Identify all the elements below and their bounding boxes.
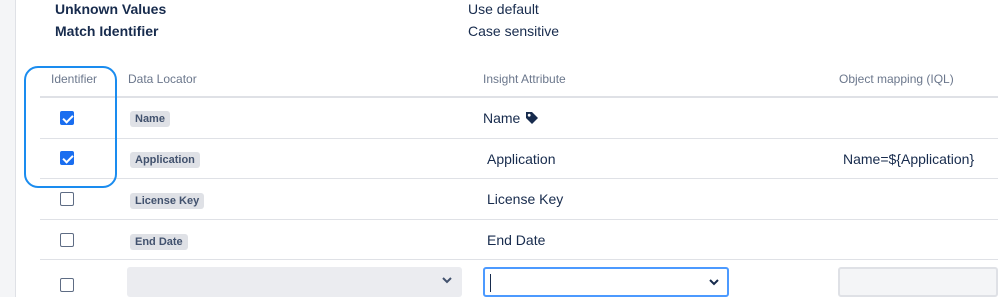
attribute-application: Application bbox=[487, 151, 556, 167]
text-caret bbox=[490, 274, 491, 292]
data-locator-license-key: License Key bbox=[130, 193, 205, 209]
identifier-highlight bbox=[24, 66, 117, 188]
identifier-checkbox-new[interactable] bbox=[60, 278, 74, 292]
attribute-license-key: License Key bbox=[487, 191, 564, 207]
iql-application: Name=${Application} bbox=[843, 151, 975, 167]
left-rail bbox=[0, 0, 16, 297]
attribute-name: Name bbox=[483, 110, 521, 126]
attribute-end-date: End Date bbox=[487, 232, 546, 248]
header-insight-attribute: Insight Attribute bbox=[483, 72, 566, 86]
row-divider bbox=[40, 138, 998, 139]
row-divider bbox=[40, 219, 998, 220]
row-divider bbox=[40, 259, 998, 260]
iql-input[interactable] bbox=[838, 267, 998, 297]
property-value-match-identifier: Case sensitive bbox=[468, 23, 560, 39]
header-object-mapping: Object mapping (IQL) bbox=[839, 72, 954, 86]
property-label-unknown-values: Unknown Values bbox=[55, 1, 167, 17]
data-locator-name: Name bbox=[130, 111, 170, 127]
identifier-checkbox-end-date[interactable] bbox=[60, 233, 74, 247]
property-value-unknown-values: Use default bbox=[468, 1, 539, 17]
header-divider bbox=[40, 96, 998, 98]
property-label-match-identifier: Match Identifier bbox=[55, 23, 159, 39]
insight-attribute-select[interactable] bbox=[483, 267, 729, 297]
tag-icon bbox=[526, 112, 538, 124]
data-locator-select[interactable] bbox=[127, 267, 462, 297]
header-data-locator: Data Locator bbox=[128, 72, 197, 86]
identifier-checkbox-license-key[interactable] bbox=[60, 192, 74, 206]
data-locator-end-date: End Date bbox=[130, 234, 188, 250]
chevron-down-icon bbox=[709, 279, 719, 286]
chevron-down-icon bbox=[442, 277, 452, 284]
row-divider bbox=[40, 178, 998, 179]
data-locator-application: Application bbox=[130, 152, 200, 168]
